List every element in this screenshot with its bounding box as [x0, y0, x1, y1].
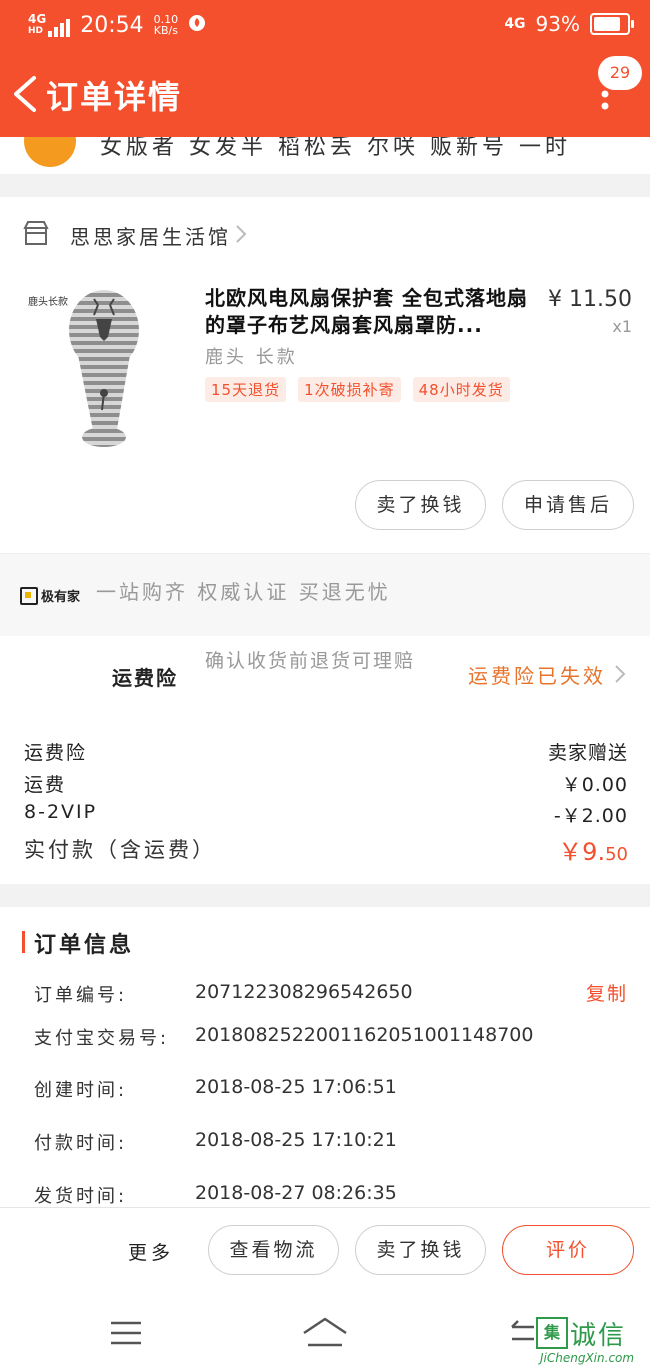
cost-value-shipping: ￥0.00 — [561, 774, 628, 796]
watermark: 集 诚信 JiChengXin.com — [532, 1317, 644, 1367]
review-button[interactable]: 评价 — [502, 1225, 634, 1275]
total-amount-cents: 50 — [605, 844, 628, 865]
clock: 20:54 — [80, 12, 144, 38]
flame-icon — [188, 12, 206, 38]
watermark-logo: 集 — [536, 1317, 568, 1349]
menu-icon[interactable] — [110, 1321, 142, 1345]
section-accent-bar — [22, 931, 25, 953]
location-icon — [24, 137, 76, 167]
watermark-cn: 诚信 — [570, 1321, 627, 1351]
chevron-right-icon[interactable] — [234, 223, 248, 245]
tag-damage: 1次破损补寄 — [298, 377, 401, 402]
after-sale-button[interactable]: 申请售后 — [502, 480, 634, 530]
cost-value-insurance: 卖家赠送 — [547, 742, 628, 764]
address-partial-text: 女版者 女发半 稻松丢 尔咲 贩新号 一时 — [100, 137, 571, 160]
alipay-trade-value: 2018082522001162051001148700 — [195, 1024, 534, 1046]
copy-button[interactable]: 复制 — [586, 979, 628, 1006]
order-info-section: 订单信息 订单编号: 207122308296542650 复制 支付宝交易号:… — [0, 907, 650, 1207]
product-quantity: x1 — [612, 317, 632, 336]
network-sub: HD — [28, 26, 44, 36]
watermark-en: JiChengXin.com — [540, 1351, 635, 1365]
product-card: 思思家居生活馆 鹿头长款 北欧风电风扇保护套 全包式落地扇的罩子布艺风扇套风扇罩… — [0, 197, 650, 553]
status-bar-left: 4G HD 20:54 0.10 KB/s — [28, 12, 206, 38]
order-number-value: 207122308296542650 — [195, 981, 413, 1003]
created-time-value: 2018-08-25 17:06:51 — [195, 1076, 397, 1098]
network-type: 4G — [28, 12, 47, 26]
app-header: 4G HD 20:54 0.10 KB/s 4G 93% 订单详情 29 — [0, 0, 650, 137]
thumbnail-label: 鹿头长款 — [28, 297, 68, 308]
status-bar-right: 4G 93% — [504, 12, 634, 36]
order-info-title: 订单信息 — [34, 933, 135, 958]
network-type-right: 4G — [504, 16, 526, 32]
view-logistics-button[interactable]: 查看物流 — [208, 1225, 339, 1275]
promo-slogan: 一站购齐 权威认证 买退无忧 — [96, 580, 391, 604]
paid-time-label: 付款时间: — [34, 1133, 128, 1154]
sell-for-cash-button[interactable]: 卖了换钱 — [355, 480, 486, 530]
product-variant: 鹿头 长款 — [205, 347, 298, 368]
promo-logo: 极有家 — [20, 586, 80, 605]
cost-label-shipping: 运费 — [24, 774, 67, 796]
more-button[interactable]: 更多 — [128, 1238, 174, 1265]
tag-ship: 48小时发货 — [412, 377, 510, 402]
insurance-description: 确认收货前退货可理赔 — [205, 650, 416, 672]
insurance-status-link[interactable]: 运费险已失效 — [468, 660, 606, 689]
battery-icon — [590, 13, 634, 35]
cost-section: 运费险 确认收货前退货可理赔 运费险已失效 运费险 卖家赠送 运费 ￥0.00 … — [0, 636, 650, 884]
notification-badge[interactable]: 29 — [598, 56, 642, 90]
back-button[interactable] — [10, 74, 40, 114]
cost-label-insurance: 运费险 — [24, 742, 88, 764]
chevron-right-icon[interactable] — [614, 664, 626, 684]
tag-return: 15天退货 — [205, 377, 287, 402]
net-speed-unit: KB/s — [153, 24, 178, 37]
net-speed: 0.10 KB/s — [154, 14, 179, 36]
order-number-label: 订单编号: — [34, 985, 128, 1006]
home-logo-icon — [20, 586, 38, 605]
chevron-left-icon — [14, 76, 36, 112]
product-price: ¥ 11.50 — [548, 287, 632, 312]
fan-cover-image — [69, 290, 139, 447]
store-icon — [22, 219, 50, 247]
total-amount-main: ￥9. — [558, 838, 606, 866]
battery-percent: 93% — [535, 12, 580, 36]
scrolled-address-strip: 女版者 女发半 稻松丢 尔咲 贩新号 一时 — [0, 137, 650, 174]
service-tags: 15天退货 1次破损补寄 48小时发货 — [205, 377, 510, 402]
created-time-label: 创建时间: — [34, 1080, 128, 1101]
alipay-trade-label: 支付宝交易号: — [34, 1028, 170, 1049]
bottom-action-bar: 更多 查看物流 卖了换钱 评价 — [0, 1207, 650, 1296]
signal-icon: 4G HD — [28, 12, 71, 37]
shipped-time-value: 2018-08-27 08:26:35 — [195, 1182, 397, 1204]
product-title-link[interactable]: 北欧风电风扇保护套 全包式落地扇的罩子布艺风扇套风扇罩防... — [205, 285, 540, 339]
cost-label-discount: 8-2VIP — [24, 801, 98, 823]
battery-fill — [594, 17, 620, 31]
total-amount: ￥9.50 — [558, 832, 628, 867]
page-title: 订单详情 — [46, 78, 183, 116]
insurance-label: 运费险 — [112, 666, 178, 690]
shipped-time-label: 发货时间: — [34, 1186, 128, 1207]
product-thumbnail[interactable]: 鹿头长款 — [24, 285, 184, 455]
home-icon[interactable] — [300, 1315, 350, 1349]
total-label: 实付款（含运费） — [24, 838, 216, 862]
sell-for-cash-button-bottom[interactable]: 卖了换钱 — [355, 1225, 486, 1275]
store-name-link[interactable]: 思思家居生活馆 — [70, 221, 231, 250]
promo-banner[interactable]: 极有家 一站购齐 权威认证 买退无忧 — [0, 553, 650, 637]
promo-logo-text: 极有家 — [41, 590, 81, 605]
cost-value-discount: -￥2.00 — [553, 805, 628, 827]
paid-time-value: 2018-08-25 17:10:21 — [195, 1129, 397, 1151]
more-options-icon[interactable] — [598, 88, 612, 118]
system-nav-bar: 集 诚信 JiChengXin.com — [0, 1295, 650, 1372]
